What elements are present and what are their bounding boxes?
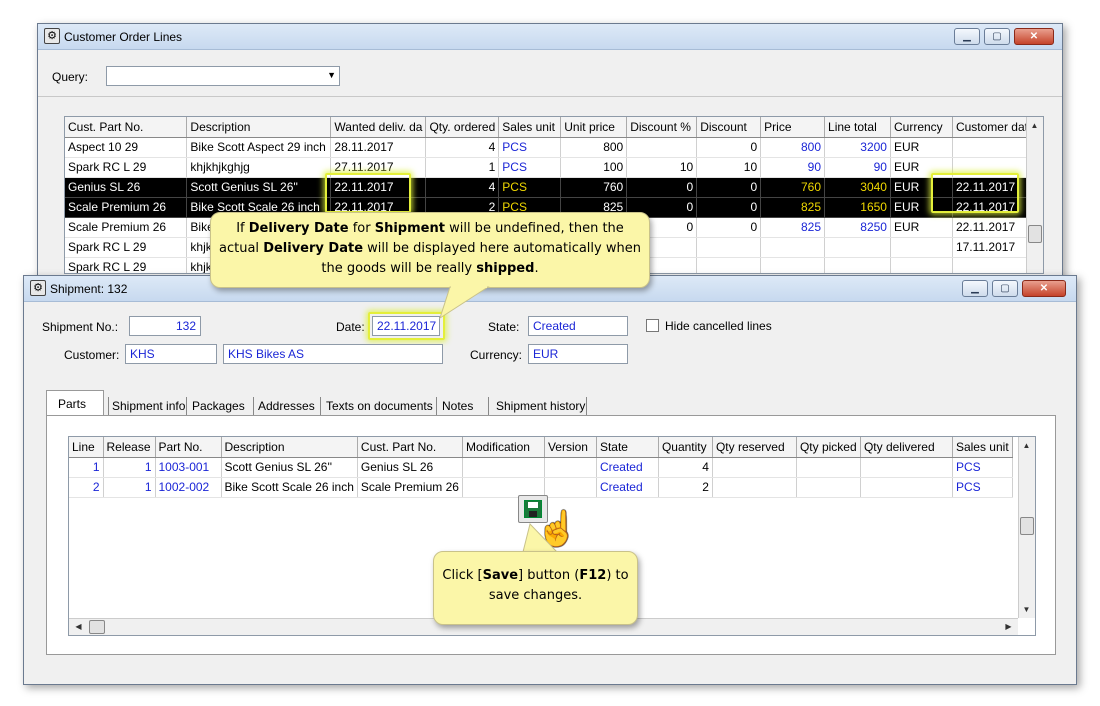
callout-text: Click [: [442, 568, 483, 583]
callout-bold: Save: [482, 568, 519, 583]
callout-text: ] button (: [518, 568, 580, 583]
save-callout: Click [Save] button (F12) to save change…: [433, 551, 638, 625]
callout-bold: F12: [579, 568, 607, 583]
